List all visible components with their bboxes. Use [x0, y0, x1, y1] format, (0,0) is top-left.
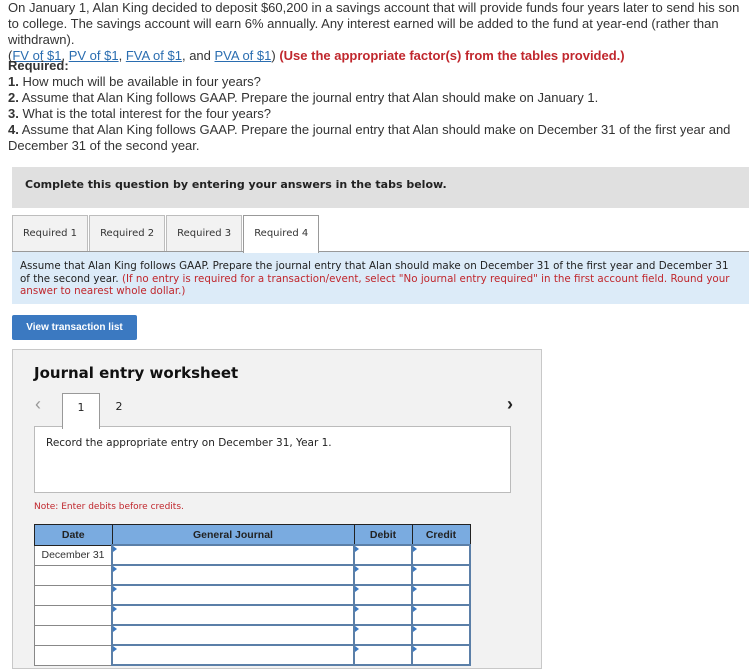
credit-input[interactable]	[413, 586, 469, 604]
date-cell	[34, 564, 113, 586]
credit-field[interactable]	[411, 604, 471, 626]
table-row	[34, 624, 471, 646]
debit-field[interactable]	[353, 544, 413, 566]
item-number: 4.	[8, 122, 19, 137]
debit-input[interactable]	[355, 646, 411, 664]
debit-input[interactable]	[355, 586, 411, 604]
date-cell	[34, 584, 113, 606]
credit-field[interactable]	[411, 544, 471, 566]
journal-table: Date General Journal Debit Credit Decemb…	[34, 524, 471, 666]
column-general-journal: General Journal	[111, 524, 355, 546]
account-input[interactable]	[113, 646, 353, 664]
chevron-left-icon[interactable]: ‹	[35, 394, 41, 415]
date-cell	[34, 644, 113, 666]
table-row	[34, 584, 471, 606]
date-cell	[34, 604, 113, 626]
credit-field[interactable]	[411, 624, 471, 646]
account-input[interactable]	[113, 586, 353, 604]
debit-input[interactable]	[355, 566, 411, 584]
debit-field[interactable]	[353, 604, 413, 626]
account-field[interactable]	[111, 644, 355, 666]
entry-prompt: Record the appropriate entry on December…	[46, 437, 332, 449]
account-field[interactable]	[111, 584, 355, 606]
account-input[interactable]	[113, 546, 353, 564]
view-transaction-list-button[interactable]: View transaction list	[12, 315, 137, 340]
credit-input[interactable]	[413, 566, 469, 584]
item-text: Assume that Alan King follows GAAP. Prep…	[8, 122, 731, 153]
required-item-2: 2. Assume that Alan King follows GAAP. P…	[8, 90, 752, 106]
instructions-box: Assume that Alan King follows GAAP. Prep…	[12, 252, 749, 304]
worksheet-title: Journal entry worksheet	[34, 364, 239, 382]
column-credit: Credit	[411, 524, 471, 546]
credit-field[interactable]	[411, 644, 471, 666]
tab-required-4[interactable]: Required 4	[243, 215, 320, 253]
complete-banner: Complete this question by entering your …	[12, 167, 749, 208]
tab-required-2[interactable]: Required 2	[89, 215, 166, 251]
instructions-note: (If no entry is required for a transacti…	[20, 272, 730, 298]
table-row: December 31	[34, 544, 471, 566]
account-input[interactable]	[113, 606, 353, 624]
tab-required-1[interactable]: Required 1	[12, 215, 89, 251]
required-item-1: 1. How much will be available in four ye…	[8, 74, 752, 90]
account-field[interactable]	[111, 624, 355, 646]
account-input[interactable]	[113, 626, 353, 644]
debit-input[interactable]	[355, 626, 411, 644]
tab-required-3[interactable]: Required 3	[166, 215, 243, 251]
item-text: How much will be available in four years…	[22, 74, 261, 89]
debit-field[interactable]	[353, 584, 413, 606]
item-number: 2.	[8, 90, 19, 105]
required-item-4: 4. Assume that Alan King follows GAAP. P…	[8, 122, 752, 154]
table-row	[34, 564, 471, 586]
chevron-right-icon[interactable]: ›	[507, 394, 513, 415]
credit-input[interactable]	[413, 626, 469, 644]
account-field[interactable]	[111, 604, 355, 626]
intro-text: On January 1, Alan King decided to depos…	[8, 0, 740, 47]
journal-entry-worksheet: Journal entry worksheet ‹ 1 2 › Record t…	[12, 349, 542, 669]
account-field[interactable]	[111, 564, 355, 586]
credit-field[interactable]	[411, 584, 471, 606]
debit-field[interactable]	[353, 564, 413, 586]
item-text: What is the total interest for the four …	[22, 106, 272, 121]
debits-note: Note: Enter debits before credits.	[34, 502, 184, 512]
required-heading: Required:	[8, 58, 69, 73]
problem-intro: On January 1, Alan King decided to depos…	[8, 0, 752, 64]
entry-prompt-box: Record the appropriate entry on December…	[34, 426, 511, 493]
table-header-row: Date General Journal Debit Credit	[34, 524, 471, 546]
credit-field[interactable]	[411, 564, 471, 586]
debit-field[interactable]	[353, 644, 413, 666]
credit-input[interactable]	[413, 646, 469, 664]
table-row	[34, 644, 471, 666]
debit-input[interactable]	[355, 546, 411, 564]
required-list: Required: 1. How much will be available …	[8, 58, 752, 154]
credit-input[interactable]	[413, 546, 469, 564]
credit-input[interactable]	[413, 606, 469, 624]
date-cell	[34, 624, 113, 646]
column-debit: Debit	[353, 524, 413, 546]
required-tabs: Required 1 Required 2 Required 3 Require…	[12, 215, 320, 253]
account-input[interactable]	[113, 566, 353, 584]
account-field[interactable]	[111, 544, 355, 566]
item-number: 1.	[8, 74, 19, 89]
debit-field[interactable]	[353, 624, 413, 646]
table-row	[34, 604, 471, 626]
item-number: 3.	[8, 106, 19, 121]
date-cell: December 31	[34, 544, 113, 566]
required-item-3: 3. What is the total interest for the fo…	[8, 106, 752, 122]
column-date: Date	[34, 524, 113, 546]
entry-tabs: 1 2	[62, 393, 138, 429]
entry-tab-2[interactable]: 2	[100, 393, 138, 427]
debit-input[interactable]	[355, 606, 411, 624]
item-text: Assume that Alan King follows GAAP. Prep…	[21, 90, 599, 105]
entry-tab-1[interactable]: 1	[62, 393, 100, 429]
